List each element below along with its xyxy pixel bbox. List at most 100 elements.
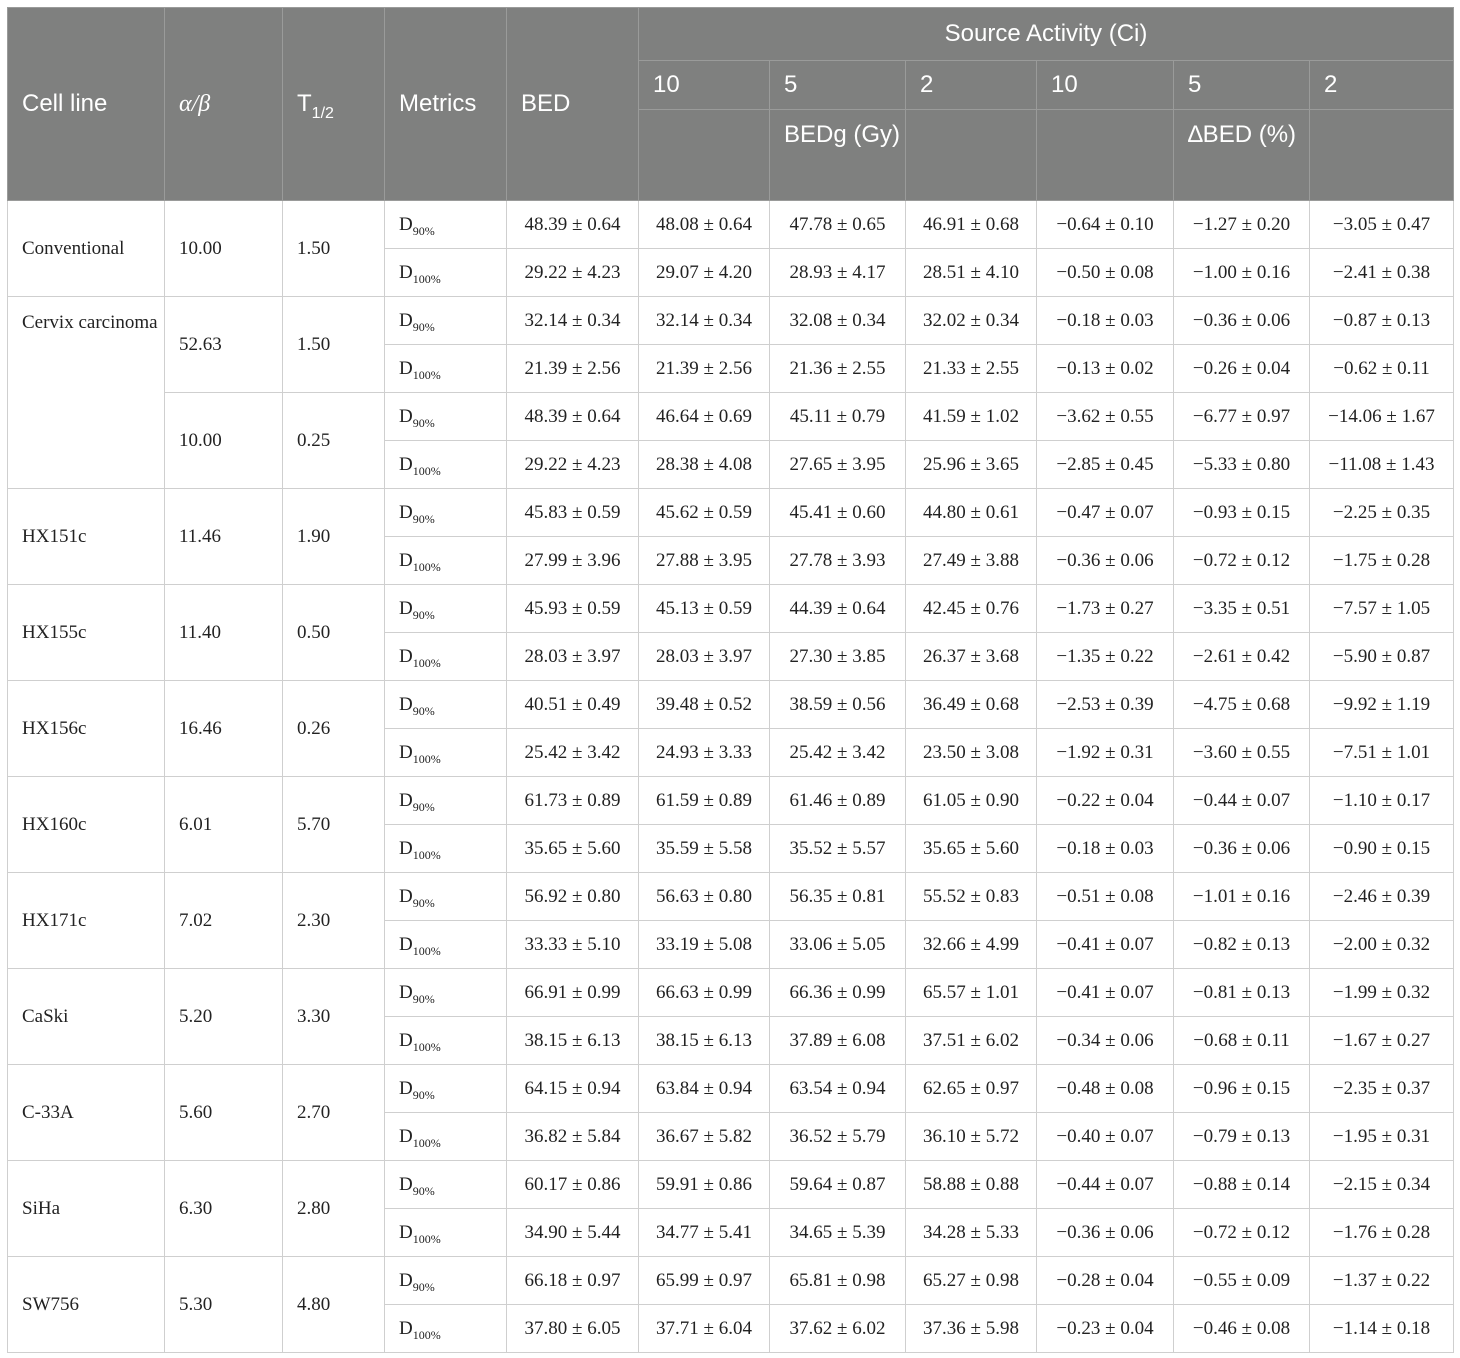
- value-cell: −0.93 ± 0.15: [1173, 488, 1310, 537]
- table-row: SW756 5.30 4.80 D90% 66.18 ± 0.97 65.99 ± 0.9…: [7, 1256, 1454, 1353]
- value-cell: 33.19 ± 5.08: [638, 920, 770, 969]
- value-cell: −3.05 ± 0.47: [1309, 200, 1454, 249]
- metric-label: D: [399, 693, 413, 715]
- value-cell: −0.18 ± 0.03: [1036, 296, 1174, 345]
- value-cell: −0.48 ± 0.08: [1036, 1064, 1174, 1113]
- value-cell: 32.14 ± 0.34: [506, 296, 639, 345]
- metric-subscript: 90%: [412, 895, 435, 910]
- metric-subscript: 100%: [412, 559, 441, 574]
- value-cell: −2.41 ± 0.38: [1309, 248, 1454, 297]
- value-cell: 21.39 ± 2.56: [638, 344, 770, 393]
- value-cell: 32.08 ± 0.34: [769, 296, 906, 345]
- value-cell: 65.57 ± 1.01: [905, 968, 1037, 1017]
- metric-subscript: 90%: [412, 1183, 435, 1198]
- value-cell: 35.52 ± 5.57: [769, 824, 906, 873]
- metric-cell: D90%: [384, 392, 507, 441]
- value-cell: 37.80 ± 6.05: [506, 1304, 639, 1353]
- metric-cell: D90%: [384, 680, 507, 729]
- table-body: Conventional 10.00 1.50 D90% 48.39 ± 0.64 48.…: [7, 200, 1454, 1353]
- metric-cell: D90%: [384, 1064, 507, 1113]
- metric-label: D: [399, 933, 413, 955]
- value-cell: 21.33 ± 2.55: [905, 344, 1037, 393]
- value-cell: 35.65 ± 5.60: [506, 824, 639, 873]
- cell-line-name: HX171c: [7, 872, 165, 969]
- value-cell: −1.95 ± 0.31: [1309, 1112, 1454, 1161]
- metric-label: D: [399, 597, 413, 619]
- metric-subscript: 100%: [412, 1231, 441, 1246]
- value-cell: −2.35 ± 0.37: [1309, 1064, 1454, 1113]
- metric-cell: D100%: [384, 440, 507, 489]
- t-half-value: 0.25: [282, 392, 385, 489]
- value-cell: −1.35 ± 0.22: [1036, 632, 1174, 681]
- t-half-value: 0.26: [282, 680, 385, 777]
- value-cell: 56.92 ± 0.80: [506, 872, 639, 921]
- cell-line-name: Cervix carcinoma: [7, 296, 165, 489]
- value-cell: −1.92 ± 0.31: [1036, 728, 1174, 777]
- value-cell: −3.62 ± 0.55: [1036, 392, 1174, 441]
- value-cell: −0.90 ± 0.15: [1309, 824, 1454, 873]
- alpha-beta-value: 5.20: [164, 968, 283, 1065]
- t-half-value: 1.50: [282, 296, 385, 393]
- value-cell: 64.15 ± 0.94: [506, 1064, 639, 1113]
- value-cell: 42.45 ± 0.76: [905, 584, 1037, 633]
- metric-label: D: [399, 405, 413, 427]
- alpha-beta-value: 7.02: [164, 872, 283, 969]
- value-cell: 37.71 ± 6.04: [638, 1304, 770, 1353]
- value-cell: 55.52 ± 0.83: [905, 872, 1037, 921]
- cell-line-name: HX151c: [7, 488, 165, 585]
- value-cell: 28.38 ± 4.08: [638, 440, 770, 489]
- value-cell: −0.87 ± 0.13: [1309, 296, 1454, 345]
- value-cell: −0.68 ± 0.11: [1173, 1016, 1310, 1065]
- header-t-half: T1/2: [282, 7, 385, 201]
- metric-label: D: [399, 645, 413, 667]
- t-half-value: 4.80: [282, 1256, 385, 1353]
- value-cell: −0.36 ± 0.06: [1036, 536, 1174, 585]
- table-row: HX171c 7.02 2.30 D90% 56.92 ± 0.80 56.63 ± 0.…: [7, 872, 1454, 969]
- value-cell: −0.41 ± 0.07: [1036, 968, 1174, 1017]
- value-cell: −7.57 ± 1.05: [1309, 584, 1454, 633]
- value-cell: 45.13 ± 0.59: [638, 584, 770, 633]
- value-cell: 24.93 ± 3.33: [638, 728, 770, 777]
- value-cell: −0.13 ± 0.02: [1036, 344, 1174, 393]
- table-row: CaSki 5.20 3.30 D90% 66.91 ± 0.99 66.63 ± 0.9…: [7, 968, 1454, 1065]
- value-cell: −6.77 ± 0.97: [1173, 392, 1310, 441]
- value-cell: 66.63 ± 0.99: [638, 968, 770, 1017]
- header-alpha-beta: α/β: [164, 7, 283, 201]
- value-cell: −0.55 ± 0.09: [1173, 1256, 1310, 1305]
- metric-label: D: [399, 1317, 413, 1339]
- metric-subscript: 90%: [412, 1087, 435, 1102]
- metric-label: D: [399, 1029, 413, 1051]
- value-cell: −0.88 ± 0.14: [1173, 1160, 1310, 1209]
- table-row: HX155c 11.40 0.50 D90% 45.93 ± 0.59 45.13 ± 0…: [7, 584, 1454, 681]
- value-cell: −1.67 ± 0.27: [1309, 1016, 1454, 1065]
- value-cell: 28.03 ± 3.97: [506, 632, 639, 681]
- value-cell: 59.64 ± 0.87: [769, 1160, 906, 1209]
- value-cell: 36.82 ± 5.84: [506, 1112, 639, 1161]
- alpha-beta-value: 10.00: [164, 392, 283, 489]
- metric-label: D: [399, 1173, 413, 1195]
- value-cell: −0.51 ± 0.08: [1036, 872, 1174, 921]
- header-t-half-main: T: [297, 90, 312, 117]
- value-cell: −0.96 ± 0.15: [1173, 1064, 1310, 1113]
- value-cell: 33.33 ± 5.10: [506, 920, 639, 969]
- value-cell: −0.47 ± 0.07: [1036, 488, 1174, 537]
- metric-label: D: [399, 1269, 413, 1291]
- header-source-activity: Source Activity (Ci): [638, 7, 1454, 61]
- cell-line-name: SW756: [7, 1256, 165, 1353]
- value-cell: 45.41 ± 0.60: [769, 488, 906, 537]
- metric-label: D: [399, 789, 413, 811]
- value-cell: −1.73 ± 0.27: [1036, 584, 1174, 633]
- value-cell: −0.79 ± 0.13: [1173, 1112, 1310, 1161]
- metric-label: D: [399, 885, 413, 907]
- value-cell: 32.66 ± 4.99: [905, 920, 1037, 969]
- alpha-beta-value: 5.30: [164, 1256, 283, 1353]
- value-cell: 32.14 ± 0.34: [638, 296, 770, 345]
- value-cell: 47.78 ± 0.65: [769, 200, 906, 249]
- header-empty: [1036, 109, 1174, 201]
- metric-subscript: 100%: [412, 1039, 441, 1054]
- metric-label: D: [399, 357, 413, 379]
- value-cell: 48.08 ± 0.64: [638, 200, 770, 249]
- value-cell: 37.51 ± 6.02: [905, 1016, 1037, 1065]
- value-cell: 28.03 ± 3.97: [638, 632, 770, 681]
- table-row: Cervix carcinoma 52.63 1.50 D90% 32.14 ± 0.3…: [7, 296, 1454, 489]
